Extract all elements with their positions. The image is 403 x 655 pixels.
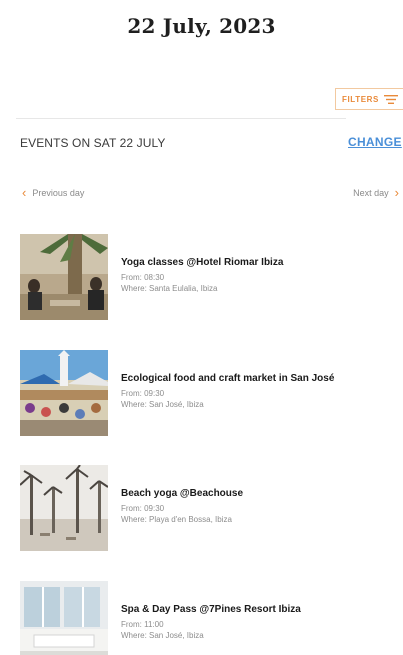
chevron-right-icon: ›	[394, 185, 399, 200]
previous-day-label: Previous day	[32, 188, 85, 198]
event-location: Where: Santa Eulalia, Ibiza	[121, 284, 218, 293]
filters-button[interactable]: FILTERS	[335, 88, 403, 110]
event-item[interactable]: Beach yoga @Beachouse From: 09:30 Where:…	[20, 465, 403, 555]
chevron-left-icon: ‹	[22, 185, 27, 200]
event-title: Ecological food and craft market in San …	[121, 373, 335, 384]
change-date-link[interactable]: CHANGE	[348, 135, 402, 149]
market-photo	[20, 350, 108, 436]
event-time: From: 09:30	[121, 504, 165, 513]
page-title: 22 July, 2023	[127, 14, 276, 38]
events-page: 22 July, 2023 FILTERS EVENTS ON SAT 22 J…	[0, 0, 403, 655]
event-location: Where: San José, Ibiza	[121, 631, 204, 640]
event-title: Spa & Day Pass @7Pines Resort Ibiza	[121, 604, 301, 615]
event-time: From: 11:00	[121, 620, 164, 629]
event-info: Ecological food and craft market in San …	[121, 372, 401, 410]
event-time: From: 08:30	[121, 273, 165, 282]
event-info: Beach yoga @Beachouse From: 09:30 Where:…	[121, 487, 401, 525]
next-day-label: Next day	[353, 188, 389, 198]
beach-yoga-photo	[20, 465, 108, 551]
event-item[interactable]: Ecological food and craft market in San …	[20, 350, 403, 440]
previous-day-button[interactable]: ‹ Previous day	[22, 185, 85, 200]
next-day-button[interactable]: Next day ›	[353, 185, 399, 200]
divider	[16, 118, 346, 119]
filter-lines-icon	[383, 94, 398, 104]
event-info: Spa & Day Pass @7Pines Resort Ibiza From…	[121, 603, 401, 641]
events-date-label: EVENTS ON SAT 22 JULY	[20, 136, 166, 150]
event-item[interactable]: Spa & Day Pass @7Pines Resort Ibiza From…	[20, 581, 403, 655]
events-date-bar: EVENTS ON SAT 22 JULY CHANGE	[0, 118, 403, 160]
event-time: From: 09:30	[121, 389, 165, 398]
event-location: Where: Playa d'en Bossa, Ibiza	[121, 515, 232, 524]
event-title: Yoga classes @Hotel Riomar Ibiza	[121, 257, 284, 268]
event-item[interactable]: Yoga classes @Hotel Riomar Ibiza From: 0…	[20, 234, 403, 324]
event-title: Beach yoga @Beachouse	[121, 488, 244, 499]
spa-photo	[20, 581, 108, 655]
event-info: Yoga classes @Hotel Riomar Ibiza From: 0…	[121, 256, 401, 294]
day-navigation: ‹ Previous day Next day ›	[0, 186, 403, 206]
event-location: Where: San José, Ibiza	[121, 400, 204, 409]
yoga-class-photo	[20, 234, 108, 320]
filters-label: FILTERS	[342, 94, 379, 104]
